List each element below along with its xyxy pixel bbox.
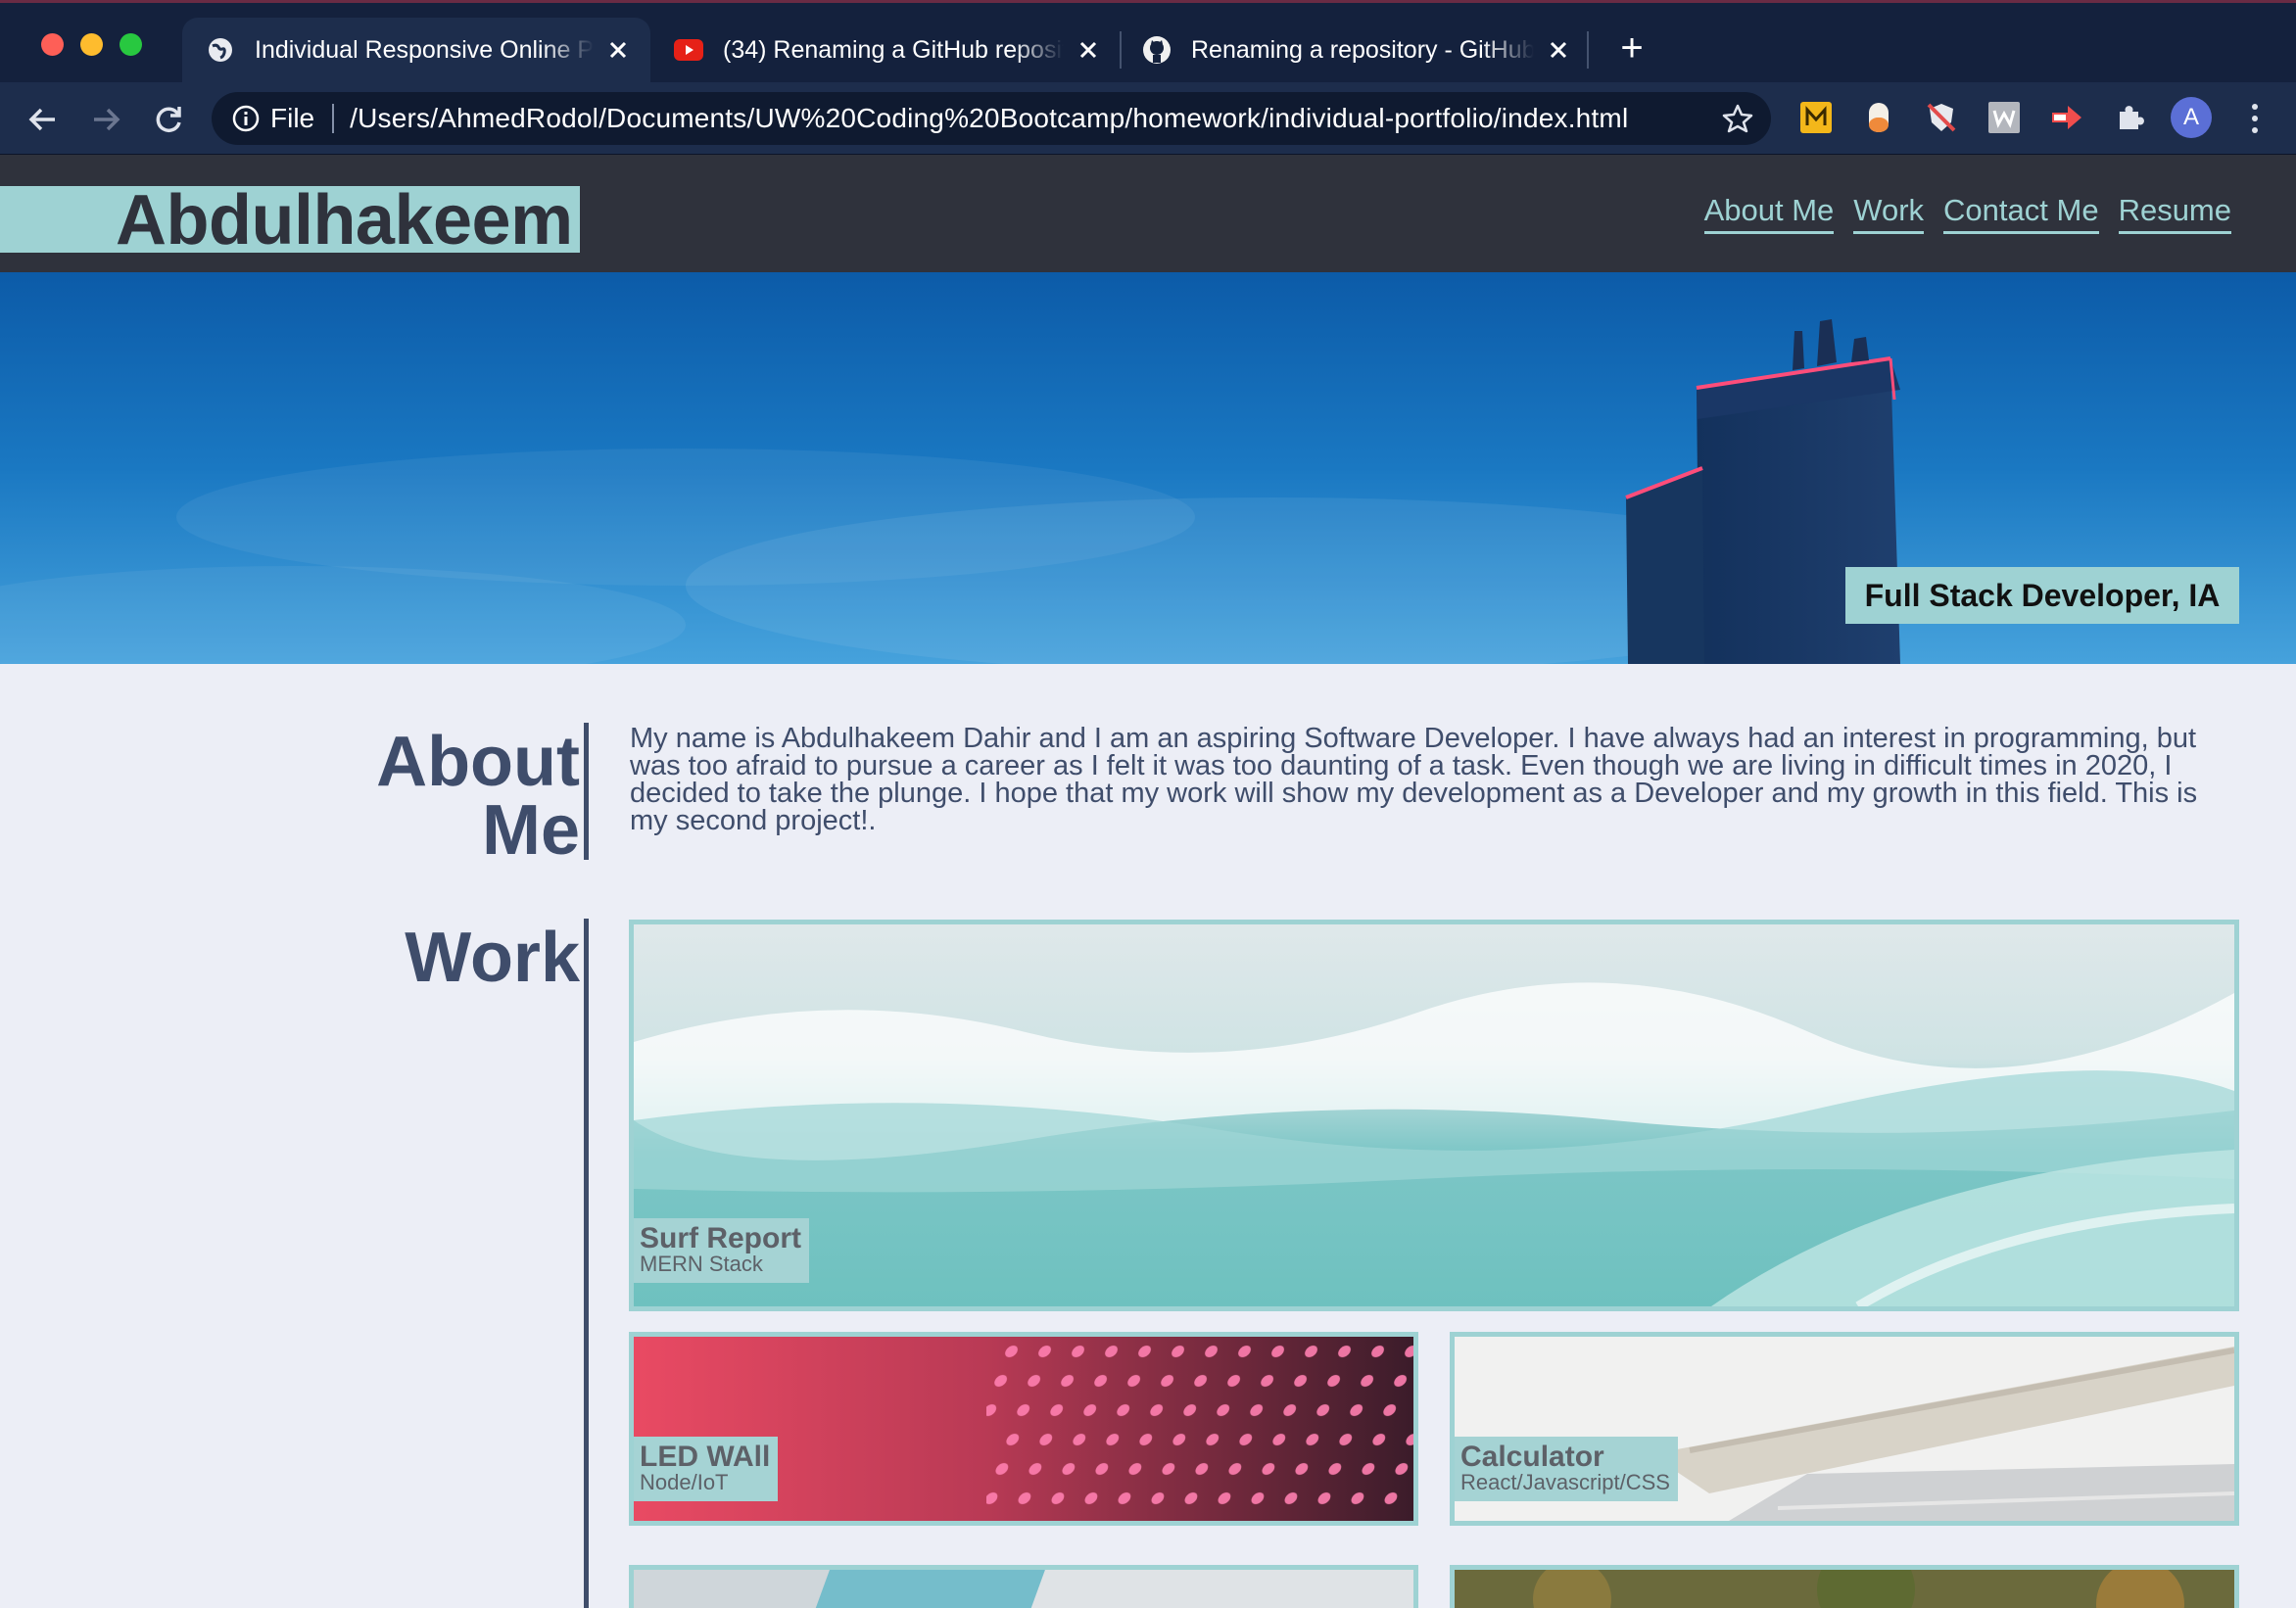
close-window-button[interactable] (41, 33, 64, 56)
info-icon[interactable] (231, 104, 261, 133)
hero-role-badge: Full Stack Developer, IA (1845, 567, 2239, 624)
site-header: Abdulhakeem About Me Work Contact Me Res… (0, 155, 2296, 272)
tab-title: (34) Renaming a GitHub repository (723, 35, 1064, 64)
tab-separator (1120, 31, 1122, 69)
close-icon[interactable] (1074, 35, 1103, 65)
tab-title: Renaming a repository - GitHub Docs (1191, 35, 1534, 64)
reload-icon (156, 107, 181, 132)
address-bar[interactable]: File /Users/AhmedRodol/Documents/UW%20Co… (212, 92, 1771, 145)
tab-github[interactable]: Renaming a repository - GitHub Docs (1123, 18, 1591, 82)
youtube-icon (674, 35, 703, 65)
scheme-label: File (270, 103, 315, 133)
about-heading-line1: About (376, 723, 580, 801)
tab-youtube[interactable]: (34) Renaming a GitHub repository (650, 18, 1121, 82)
project-label-led-wall: LED WAll Node/IoT (634, 1437, 779, 1501)
project-title: Calculator (1460, 1441, 1604, 1473)
project-card-calculator[interactable]: Calculator React/Javascript/CSS (1450, 1332, 2239, 1526)
project-image (634, 1570, 1413, 1608)
project-title: Surf Report (640, 1222, 801, 1254)
project-stack: MERN Stack (640, 1252, 763, 1276)
about-heading: About Me (376, 727, 580, 866)
project-card-surf-report[interactable]: Surf Report MERN Stack (629, 920, 2239, 1311)
puzzle-icon[interactable] (2110, 98, 2149, 137)
nav-link-work[interactable]: Work (1853, 192, 1925, 234)
maximize-window-button[interactable] (120, 33, 142, 56)
tab-portfolio[interactable]: Individual Responsive Online Portfolio (182, 18, 650, 82)
url-text[interactable]: /Users/AhmedRodol/Documents/UW%20Coding%… (350, 103, 1702, 134)
project-card-partial-left[interactable] (629, 1565, 1418, 1608)
nav-link-resume[interactable]: Resume (2118, 192, 2231, 234)
back-button[interactable] (22, 98, 65, 141)
about-paragraph: My name is Abdulhakeem Dahir and I am an… (630, 723, 2198, 836)
project-label-surf-report: Surf Report MERN Stack (634, 1218, 809, 1283)
close-icon[interactable] (603, 35, 633, 65)
w-extension-icon[interactable] (1985, 98, 2024, 137)
about-heading-line2: Me (481, 791, 580, 870)
project-stack: React/Javascript/CSS (1460, 1470, 1670, 1494)
project-image (1455, 1570, 2234, 1608)
reload-button[interactable] (147, 98, 190, 141)
tab-strip-accent (0, 0, 2296, 3)
arrow-right-icon (94, 108, 120, 131)
project-card-partial-right[interactable] (1450, 1565, 2239, 1608)
m-extension-icon[interactable] (1796, 98, 1836, 137)
tab-separator (1587, 31, 1589, 69)
close-icon[interactable] (1544, 35, 1573, 65)
nav-link-contact-me[interactable]: Contact Me (1943, 192, 2099, 234)
web-page: Abdulhakeem About Me Work Contact Me Res… (0, 155, 2296, 1608)
new-tab-button[interactable]: + (1612, 28, 1651, 69)
tab-title: Individual Responsive Online Portfolio (255, 35, 594, 64)
wave-image (634, 924, 2234, 1306)
shield-extension-icon[interactable] (1922, 98, 1961, 137)
browser-tab-strip: Individual Responsive Online Portfolio (… (0, 0, 2296, 82)
work-heading: Work (405, 919, 580, 997)
globe-icon (206, 35, 235, 65)
forward-button[interactable] (84, 98, 127, 141)
bookmark-star-icon[interactable] (1722, 103, 1753, 134)
omnibox-divider (332, 104, 335, 133)
hero-banner: Full Stack Developer, IA (0, 272, 2296, 664)
kebab-menu-icon[interactable] (2245, 101, 2265, 136)
about-divider (584, 723, 589, 860)
profile-avatar[interactable]: A (2171, 97, 2212, 138)
project-card-led-wall[interactable]: LED WAll Node/IoT (629, 1332, 1418, 1526)
nav-link-about-me[interactable]: About Me (1703, 192, 1835, 234)
minimize-window-button[interactable] (80, 33, 103, 56)
project-stack: Node/IoT (640, 1470, 729, 1494)
site-logo[interactable]: Abdulhakeem (116, 180, 573, 260)
project-title: LED WAll (640, 1441, 771, 1473)
arrow-extension-icon[interactable] (2047, 98, 2086, 137)
github-icon (1142, 35, 1172, 65)
arrow-left-icon (28, 108, 55, 131)
site-nav: About Me Work Contact Me Resume (1703, 192, 2231, 234)
capsule-extension-icon[interactable] (1859, 98, 1898, 137)
work-divider (584, 919, 589, 1608)
project-label-calculator: Calculator React/Javascript/CSS (1455, 1437, 1678, 1501)
